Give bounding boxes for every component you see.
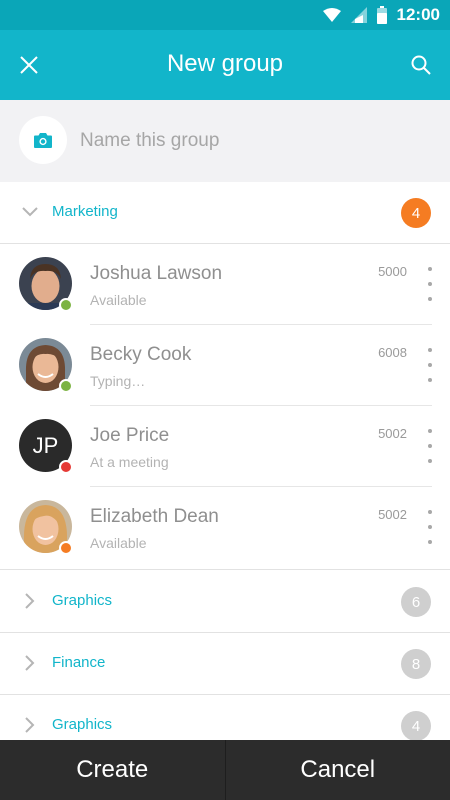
camera-icon: [34, 132, 52, 148]
more-options-icon[interactable]: [420, 429, 440, 463]
contact-name: Elizabeth Dean: [90, 506, 219, 527]
group-header-marketing[interactable]: Marketing 4: [0, 182, 450, 244]
page-title: New group: [166, 50, 284, 77]
group-count-badge: 6: [401, 587, 431, 617]
group-name: Marketing: [52, 203, 118, 220]
wifi-icon: [322, 8, 341, 22]
cancel-button[interactable]: Cancel: [225, 740, 450, 800]
contact-name: Joshua Lawson: [90, 263, 223, 284]
more-options-icon[interactable]: [420, 267, 440, 301]
group-count-badge: 4: [401, 711, 431, 741]
group-count-badge: 4: [401, 198, 431, 228]
presence-indicator: [59, 460, 73, 474]
app-bar: New group: [0, 30, 450, 100]
presence-indicator: [59, 298, 73, 312]
battery-icon: [376, 6, 387, 24]
group-name: Graphics: [52, 592, 113, 609]
contact-name: Joe Price: [90, 425, 170, 446]
group-header-finance[interactable]: Finance 8: [0, 633, 450, 695]
status-time: 12:00: [396, 5, 440, 24]
group-name: Graphics: [52, 716, 113, 733]
contact-status: At a meeting: [90, 454, 169, 470]
contact-row[interactable]: Becky Cook Typing… 6008: [0, 325, 450, 406]
contact-row[interactable]: JP Joe Price At a meeting 5002: [0, 406, 450, 487]
more-options-icon[interactable]: [420, 348, 440, 382]
chevron-right-icon: [20, 653, 40, 673]
contact-extension: 6008: [378, 345, 407, 360]
chevron-right-icon: [20, 591, 40, 611]
contact-row[interactable]: Elizabeth Dean Available 5002: [0, 487, 450, 568]
chevron-down-icon: [20, 202, 40, 222]
contact-status: Typing…: [90, 373, 146, 389]
group-name-input[interactable]: [80, 126, 420, 156]
bottom-action-bar: Create Cancel: [0, 740, 450, 800]
presence-indicator: [59, 541, 73, 555]
more-options-icon[interactable]: [420, 510, 440, 544]
search-icon: [411, 55, 431, 75]
contact-extension: 5002: [378, 507, 407, 522]
group-name-row: [0, 100, 450, 182]
avatar-initials: JP: [32, 432, 59, 458]
group-name: Finance: [52, 654, 106, 671]
contact-row[interactable]: Joshua Lawson Available 5000: [0, 244, 450, 325]
contact-name: Becky Cook: [90, 344, 192, 365]
group-photo-button[interactable]: [19, 116, 67, 164]
contact-status: Available: [90, 292, 147, 308]
status-bar: 12:00: [0, 0, 450, 30]
contact-extension: 5002: [378, 426, 407, 441]
group-count-badge: 8: [401, 649, 431, 679]
search-button[interactable]: [406, 50, 436, 80]
create-button[interactable]: Create: [0, 740, 225, 800]
presence-indicator: [59, 379, 73, 393]
contact-status: Available: [90, 535, 147, 551]
contact-extension: 5000: [378, 264, 407, 279]
divider: [0, 569, 450, 570]
chevron-right-icon: [20, 715, 40, 735]
signal-icon: [350, 7, 367, 23]
group-header-graphics[interactable]: Graphics 6: [0, 571, 450, 633]
